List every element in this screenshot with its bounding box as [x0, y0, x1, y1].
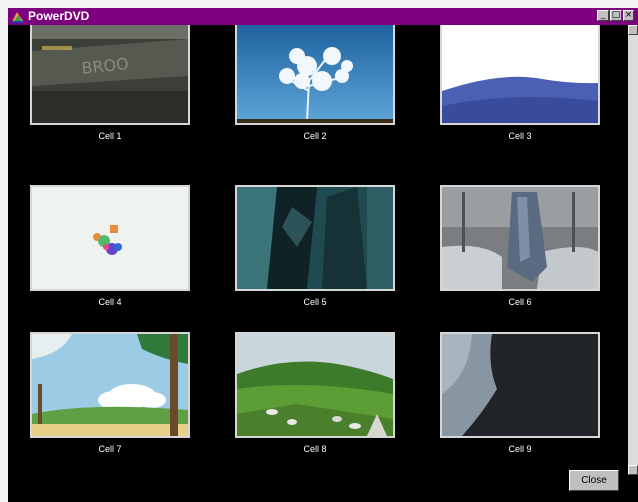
vertical-scrollbar[interactable]: [628, 25, 638, 475]
powerdvd-window: PowerDVD _ □ × BROO Cell 1 Cell 2 Cell 3…: [8, 8, 638, 502]
cell-1-label: Cell 1: [98, 131, 122, 141]
cell-9-label: Cell 9: [508, 444, 532, 454]
cell-2-label: Cell 2: [303, 131, 327, 141]
cell-2-thumbnail[interactable]: [235, 25, 395, 125]
scroll-down-arrow-icon[interactable]: [628, 465, 638, 475]
cell-6-thumbnail[interactable]: [440, 185, 600, 291]
cell-1-thumbnail[interactable]: BROO: [30, 25, 190, 125]
cell-6-label: Cell 6: [508, 297, 532, 307]
cell-4-thumbnail[interactable]: [30, 185, 190, 291]
cell-4-label: Cell 4: [98, 297, 122, 307]
close-icon[interactable]: ×: [623, 10, 634, 21]
powerdvd-logo-icon: [11, 10, 25, 23]
cell-9-thumbnail[interactable]: [440, 332, 600, 438]
title-bar[interactable]: PowerDVD _ □ ×: [8, 8, 638, 25]
cell-5-label: Cell 5: [303, 297, 327, 307]
minimize-icon[interactable]: _: [597, 10, 609, 21]
cell-7-label: Cell 7: [98, 444, 122, 454]
cell-8-thumbnail[interactable]: [235, 332, 395, 438]
cell-3-thumbnail[interactable]: [440, 25, 600, 125]
close-button[interactable]: Close: [569, 470, 619, 491]
cell-8-label: Cell 8: [303, 444, 327, 454]
cell-5-thumbnail[interactable]: [235, 185, 395, 291]
chapter-grid: BROO Cell 1 Cell 2 Cell 3 Cell 4 Cell 5 …: [8, 25, 628, 502]
maximize-icon[interactable]: □: [610, 10, 622, 21]
window-title: PowerDVD: [28, 9, 90, 23]
scroll-up-arrow-icon[interactable]: [628, 25, 638, 35]
cell-3-label: Cell 3: [508, 131, 532, 141]
cell-7-thumbnail[interactable]: [30, 332, 190, 438]
